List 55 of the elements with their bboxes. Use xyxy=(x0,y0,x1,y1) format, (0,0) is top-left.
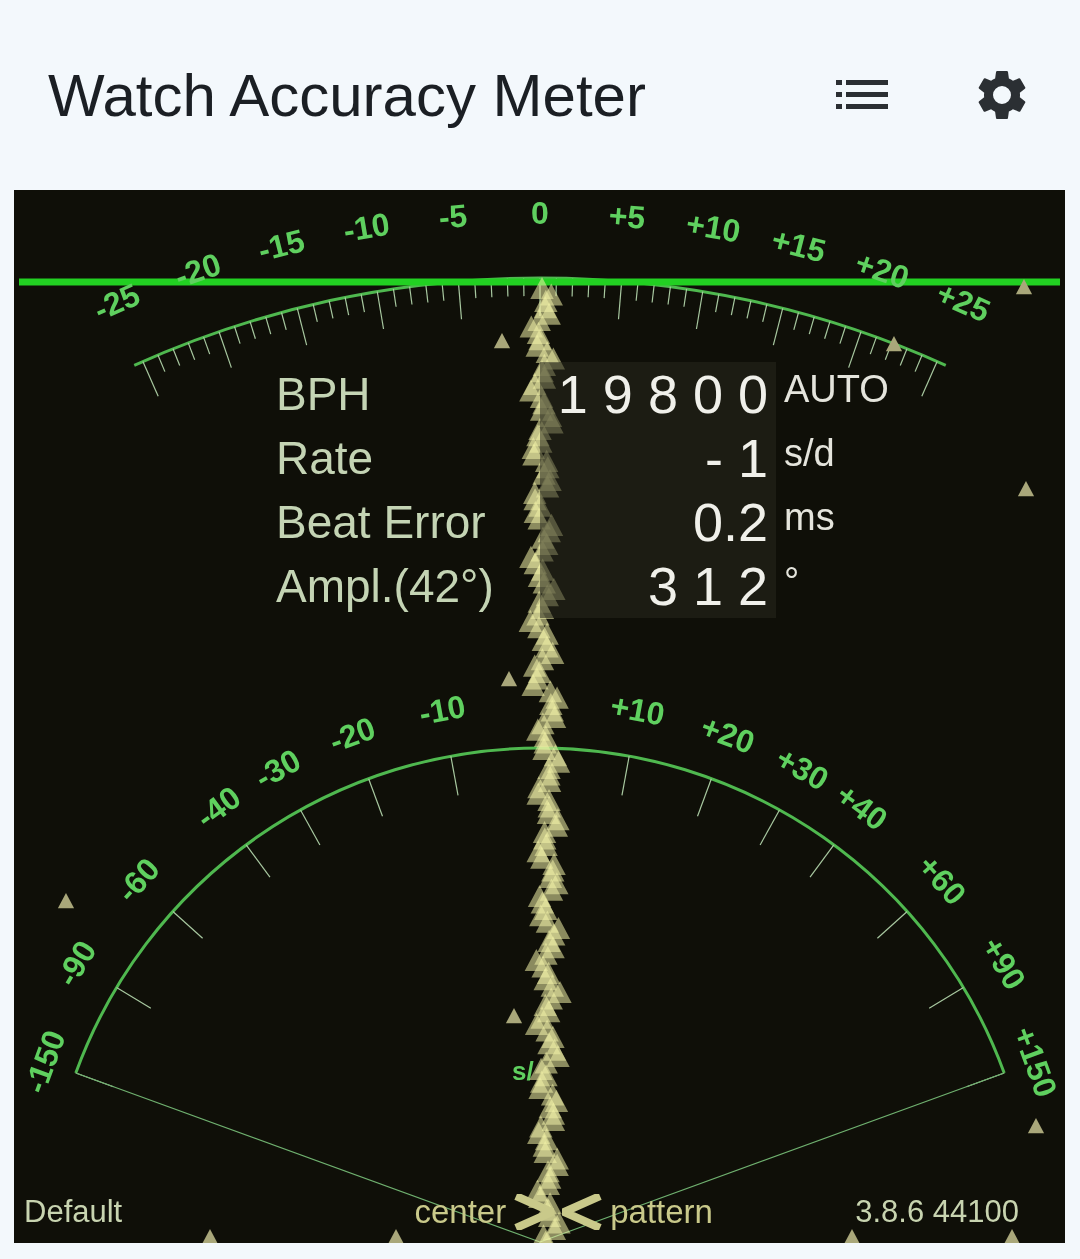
reading-unit: ° xyxy=(784,560,800,602)
triangle-marker xyxy=(201,1229,219,1243)
reading-label: BPH xyxy=(276,367,372,422)
reading-unit: ms xyxy=(784,496,835,538)
scale-label: -150 xyxy=(16,1025,73,1098)
scale-label: -25 xyxy=(88,276,146,328)
reading-unit: s/d xyxy=(784,432,835,474)
reading-value: 3 1 2 xyxy=(646,555,768,618)
triangle-marker xyxy=(1015,279,1033,295)
reading-value: 0.2 xyxy=(691,491,768,554)
hint-label: pattern xyxy=(610,1193,713,1231)
triangle-marker xyxy=(1027,1118,1045,1134)
reading-label: Beat Error xyxy=(276,495,487,550)
chevron-left-icon xyxy=(562,1194,603,1230)
scale-label: -30 xyxy=(248,741,307,796)
triangle-marker xyxy=(493,333,511,349)
version-label: 3.8.6 44100 xyxy=(855,1194,1019,1230)
triangle-marker xyxy=(843,1229,861,1243)
list-icon[interactable] xyxy=(836,80,888,110)
scale-label: -20 xyxy=(324,709,381,760)
reading-unit: AUTO xyxy=(784,368,889,410)
scale-label: +5 xyxy=(607,197,647,237)
scale-label: +15 xyxy=(767,221,830,270)
scale-label: -60 xyxy=(109,850,167,910)
triangle-marker xyxy=(500,671,518,687)
reading-value: 1 9 8 0 0 xyxy=(556,363,768,426)
scale-label: -5 xyxy=(437,197,469,236)
scale-label: +90 xyxy=(974,930,1034,996)
reading-label: Rate xyxy=(276,431,375,486)
scale-label: +10 xyxy=(683,205,744,250)
app-title: Watch Accuracy Meter xyxy=(48,60,647,130)
scale-label: +150 xyxy=(1006,1021,1065,1102)
scale-label: -40 xyxy=(188,778,248,836)
scale-label: -90 xyxy=(48,934,104,993)
triangle-marker xyxy=(387,1229,405,1243)
reading-label: Ampl.(42°) xyxy=(276,559,495,614)
unit-label: s/ xyxy=(512,1056,534,1086)
profile-label[interactable]: Default xyxy=(24,1194,123,1230)
reading-value: - 1 xyxy=(703,427,768,490)
triangle-marker xyxy=(505,1008,523,1024)
scale-label: +10 xyxy=(607,687,668,733)
chevron-right-icon xyxy=(514,1194,555,1230)
scale-label: +60 xyxy=(910,847,974,913)
triangle-marker xyxy=(885,336,903,352)
triangle-marker xyxy=(57,893,75,909)
scale-label: +20 xyxy=(850,244,914,297)
scale-label: -20 xyxy=(170,245,226,295)
scale-label: 0 xyxy=(531,195,549,231)
triangle-marker xyxy=(1017,481,1035,497)
scale-label: -10 xyxy=(340,205,393,249)
scale-label: -15 xyxy=(254,222,309,269)
scale-label: -10 xyxy=(416,688,469,732)
triangle-marker xyxy=(1003,1229,1021,1243)
scale-label: +25 xyxy=(931,274,996,330)
scale-label: +20 xyxy=(696,708,760,761)
